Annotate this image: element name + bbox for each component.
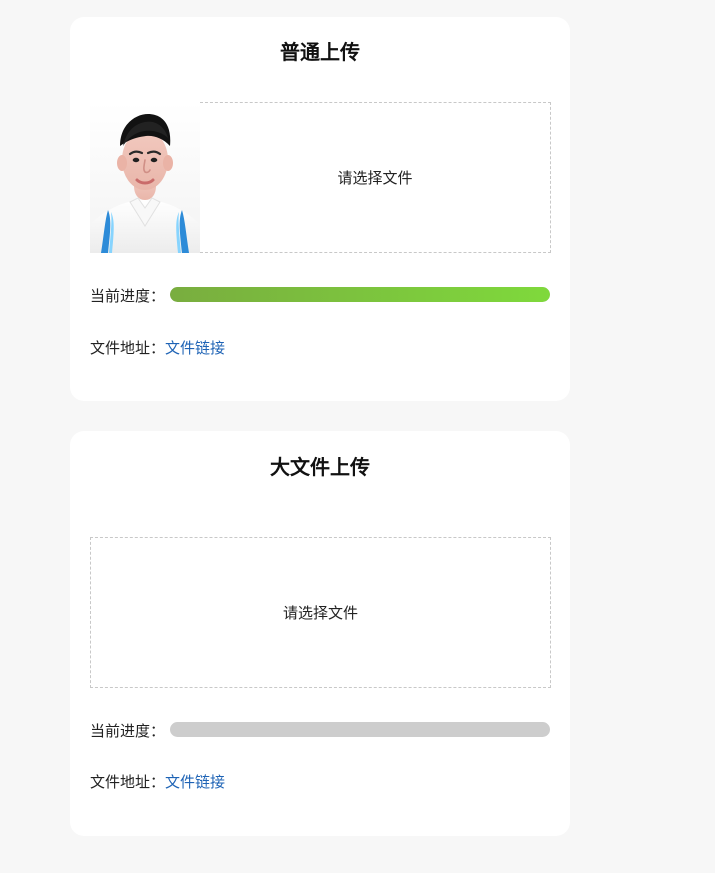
card-title-normal-upload: 普通上传 xyxy=(280,40,360,64)
file-select-dropzone-normal[interactable]: 请选择文件 xyxy=(200,102,551,253)
progress-fill-normal xyxy=(170,287,550,302)
progress-row-large: 当前进度： xyxy=(90,719,165,741)
progress-bar-normal xyxy=(170,287,550,302)
normal-upload-card: 普通上传 请选择文件 当前进度： 文件地址： 文件链接 xyxy=(70,17,570,401)
progress-label-large: 当前进度： xyxy=(90,721,166,740)
dropzone-text-normal: 请选择文件 xyxy=(337,169,413,187)
dropzone-text-large: 请选择文件 xyxy=(282,604,358,622)
upload-area-normal: 请选择文件 xyxy=(90,102,551,253)
file-address-row-normal: 文件地址： 文件链接 xyxy=(90,336,225,358)
progress-label-normal: 当前进度： xyxy=(90,286,166,305)
portrait-photo-icon xyxy=(90,102,200,253)
file-link-normal[interactable]: 文件链接 xyxy=(165,337,225,358)
uploaded-photo-thumbnail xyxy=(90,102,200,253)
card-title-large-upload: 大文件上传 xyxy=(270,455,370,479)
file-select-dropzone-large[interactable]: 请选择文件 xyxy=(90,537,551,688)
file-address-label-large: 文件地址： xyxy=(90,772,166,791)
progress-row-normal: 当前进度： xyxy=(90,284,165,306)
file-address-row-large: 文件地址： 文件链接 xyxy=(90,770,225,792)
upload-area-large: 请选择文件 xyxy=(90,537,551,688)
progress-bar-large xyxy=(170,722,550,737)
file-link-large[interactable]: 文件链接 xyxy=(165,771,225,792)
large-upload-card: 大文件上传 请选择文件 当前进度： 文件地址： 文件链接 xyxy=(70,431,570,836)
file-address-label-normal: 文件地址： xyxy=(90,338,166,357)
